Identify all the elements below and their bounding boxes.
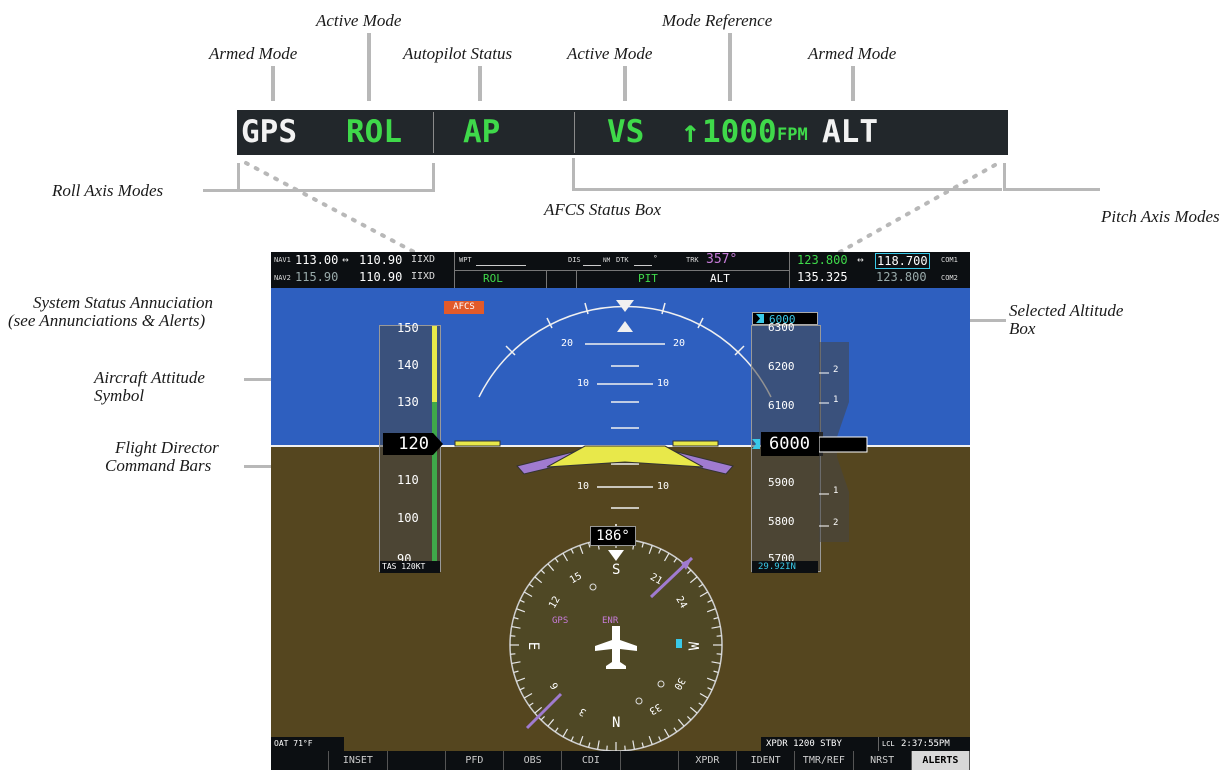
afcs-status-strip: GPS ROL AP VS ↑ 1000 FPM ALT [237, 110, 1008, 155]
autopilot-status: AP [463, 114, 501, 150]
compass-e: E [525, 641, 542, 651]
compass-s: S [612, 562, 621, 578]
lcl-label: LCL [878, 737, 902, 751]
heading-readout: 186° [590, 526, 636, 546]
armed-mode-roll-label: Armed Mode [209, 44, 298, 63]
softkey-inset[interactable]: INSET [329, 751, 388, 770]
system-status-label-2: (see Annunciations & Alerts) [8, 311, 206, 330]
wind-bug-icon [676, 639, 682, 648]
softkey-xpdr[interactable]: XPDR [679, 751, 737, 770]
attitude-symbol-label-1: Aircraft Attitude [94, 368, 205, 387]
softkey-tmr-ref[interactable]: TMR/REF [795, 751, 854, 770]
strip-divider-2 [574, 112, 575, 153]
vs-arrow: ↑ [681, 114, 700, 150]
afcs-status-box-label: AFCS Status Box [544, 200, 662, 219]
softkey-nrst[interactable]: NRST [854, 751, 912, 770]
leader-armed-mode-roll [271, 66, 275, 101]
compass-n: N [612, 715, 621, 731]
armed-mode-pitch-label: Armed Mode [808, 44, 897, 63]
afcs-box-bracket-horizontal [572, 188, 1002, 191]
roll-armed-mode: GPS [241, 114, 297, 150]
autopilot-status-label: Autopilot Status [403, 44, 513, 63]
pitch-axis-modes-label: Pitch Axis Modes [1101, 207, 1220, 226]
softkey-obs[interactable]: OBS [504, 751, 563, 770]
strip-divider-1 [433, 112, 434, 153]
enr-label: ENR [602, 616, 619, 626]
leader-mode-reference [728, 33, 732, 101]
vs-reference-value: 1000 [702, 114, 777, 150]
hsi-compass [509, 524, 723, 752]
afcs-box-bracket-vertical [572, 158, 575, 191]
xpdr-readout[interactable]: XPDR 1200 STBY [761, 737, 882, 751]
roll-axis-modes-label: Roll Axis Modes [52, 181, 164, 200]
selected-altitude-label-2: Box [1009, 319, 1036, 338]
gps-source-label: GPS [552, 616, 569, 626]
compass-w: W [687, 641, 704, 651]
clock-readout: 2:37:55PM [901, 737, 970, 751]
flight-director-label-2: Command Bars [105, 456, 212, 475]
softkey-pfd[interactable]: PFD [446, 751, 504, 770]
softkey-blank-6[interactable] [621, 751, 679, 770]
softkey-blank-2[interactable] [388, 751, 446, 770]
roll-bracket-left [237, 163, 240, 192]
pitch-bracket-horizontal [1004, 188, 1100, 191]
softkey-blank-0[interactable] [271, 751, 330, 770]
softkey-cdi[interactable]: CDI [562, 751, 621, 770]
active-mode-roll-label: Active Mode [316, 11, 402, 30]
softkey-row: INSET PFD OBS CDI XPDR IDENT TMR/REF NRST ALERTS [271, 751, 970, 770]
flight-director-label-1: Flight Director [115, 438, 219, 457]
oat-readout: OAT 71°F [271, 737, 344, 751]
pitch-armed-mode: ALT [822, 114, 878, 150]
mode-reference-label: Mode Reference [662, 11, 773, 30]
selected-altitude-label-1: Selected Altitude [1009, 301, 1124, 320]
active-mode-pitch-label: Active Mode [567, 44, 653, 63]
system-status-label-1: System Status Annuciation [33, 293, 214, 312]
vs-reference-unit: FPM [777, 125, 808, 145]
pitch-active-mode: VS [607, 114, 645, 150]
pitch-bracket-vertical [1003, 163, 1006, 191]
softkey-ident[interactable]: IDENT [737, 751, 796, 770]
leader-autopilot-status [478, 66, 482, 101]
softkey-alerts[interactable]: ALERTS [911, 751, 970, 770]
pfd-screen: NAV1 113.00 ↔ 110.90 IIXD NAV2 115.90 11… [271, 252, 970, 770]
leader-armed-mode-pitch [851, 66, 855, 101]
leader-active-mode-pitch [623, 66, 627, 101]
leader-active-mode-roll [367, 33, 371, 101]
roll-bracket-right [432, 163, 435, 192]
roll-active-mode: ROL [346, 114, 402, 150]
attitude-symbol-label-2: Symbol [94, 386, 145, 405]
